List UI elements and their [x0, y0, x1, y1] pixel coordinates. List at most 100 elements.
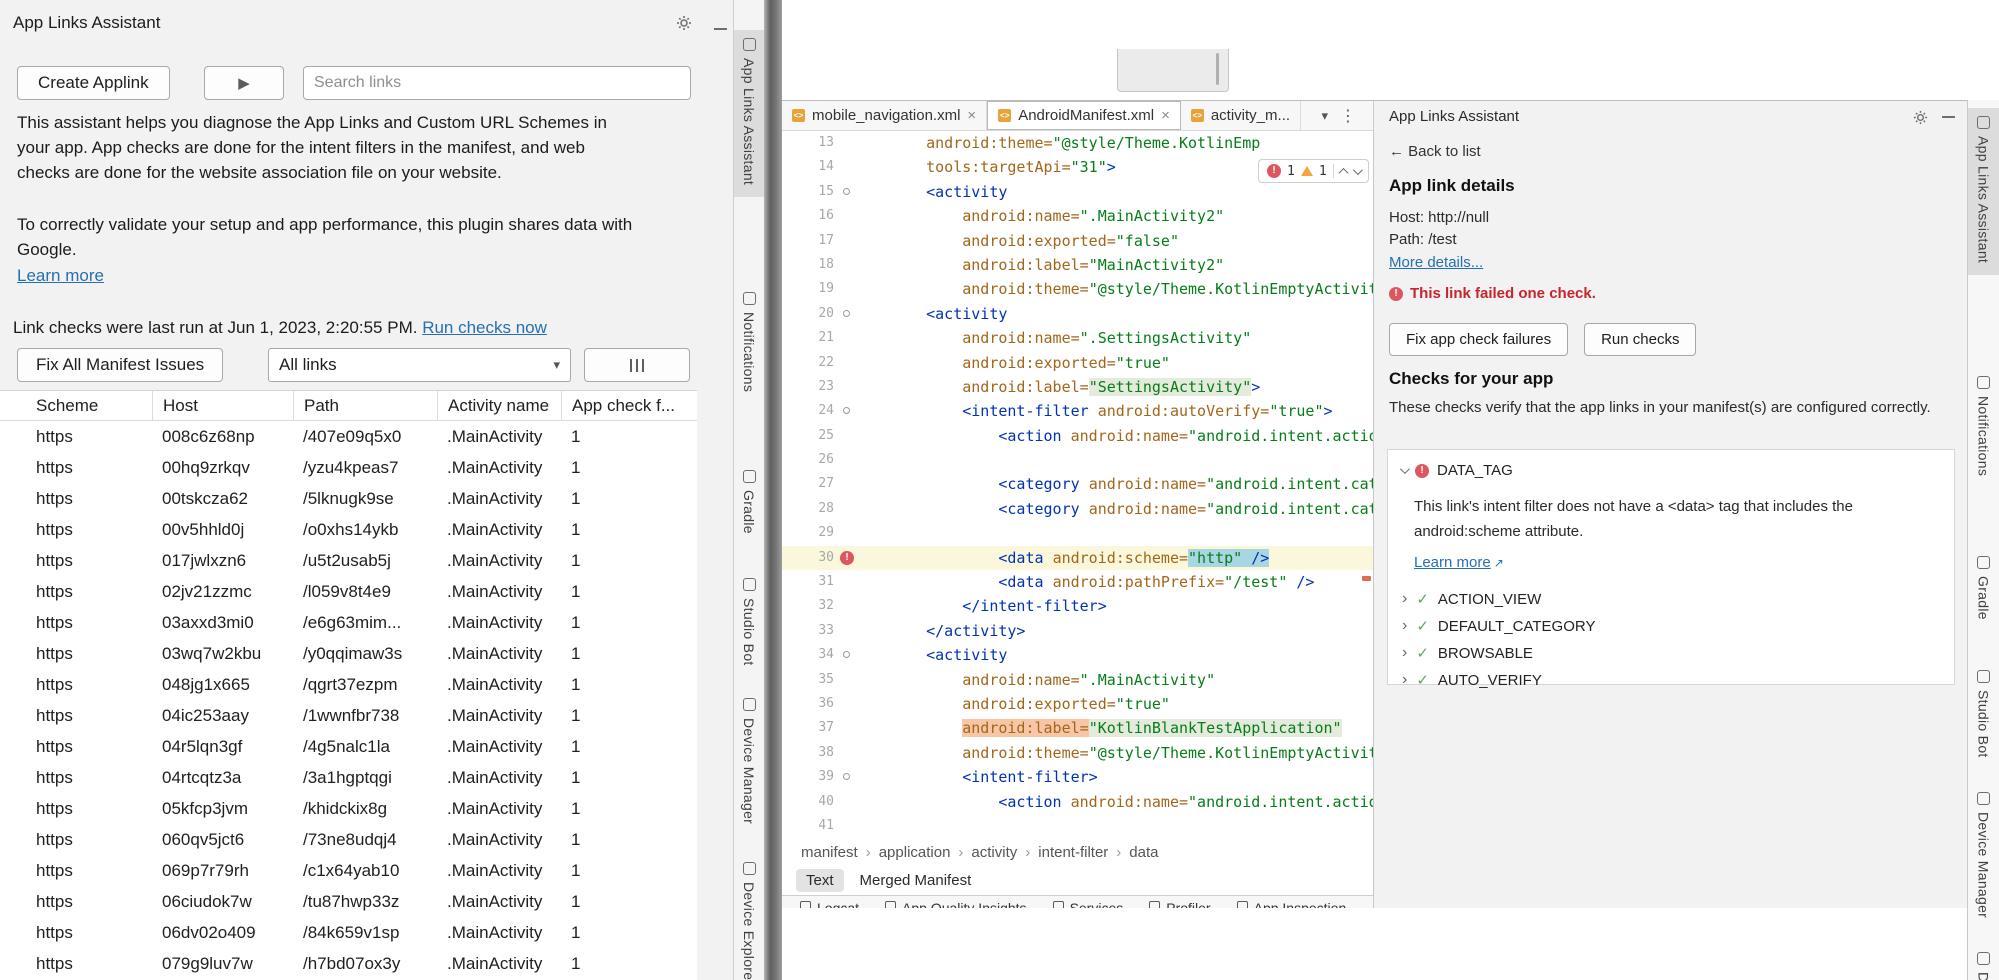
table-row[interactable]: https008c6z68np/407e09q5x0.MainActivity1	[0, 421, 697, 452]
code-line[interactable]: 34 <activity	[782, 643, 1373, 667]
column-header[interactable]: Activity name	[437, 391, 571, 421]
tool-window-button-app-quality-insights[interactable]: App Quality Insights	[885, 896, 1027, 908]
table-row[interactable]: https02jv21zzmc/l059v8t4e9.MainActivity1	[0, 576, 697, 607]
code-line[interactable]: 25 <action android:name="android.intent.…	[782, 424, 1373, 448]
table-row[interactable]: https048jg1x665/qgrt37ezpm.MainActivity1	[0, 669, 697, 700]
run-checks-button[interactable]: Run checks	[1584, 323, 1696, 356]
window-titlebar[interactable]: App Links Assistant	[0, 0, 733, 45]
links-filter-dropdown[interactable]: All links ▾	[268, 348, 571, 382]
code-line[interactable]: 13 android:theme="@style/Theme.KotlinEmp	[782, 131, 1373, 155]
learn-more-link[interactable]: Learn more	[17, 266, 104, 286]
code-editor[interactable]: 13 android:theme="@style/Theme.KotlinEmp…	[782, 131, 1373, 839]
learn-more-link[interactable]: Learn more↗	[1414, 554, 1504, 571]
column-header[interactable]: Host	[152, 391, 303, 421]
table-row[interactable]: https03axxd3mi0/e6g63mim....MainActivity…	[0, 607, 697, 638]
check-row-data-tag[interactable]: ! DATA_TAG	[1400, 462, 1513, 479]
gear-icon[interactable]	[1911, 108, 1929, 126]
tool-window-button-app-inspection[interactable]: App Inspection	[1237, 896, 1347, 908]
tool-tab-device-explorer[interactable]: Device Explorer	[1968, 944, 1999, 980]
check-row-browsable[interactable]: ›✓BROWSABLE	[1402, 644, 1533, 662]
table-row[interactable]: https060qv5jct6/73ne8udqj4.MainActivity1	[0, 824, 697, 855]
configure-columns-button[interactable]	[584, 348, 690, 382]
tool-tab-notifications[interactable]: Notifications	[1968, 368, 1999, 488]
hide-window-icon[interactable]	[711, 20, 729, 38]
table-row[interactable]: https06dv02o409/84k659v1sp.MainActivity1	[0, 917, 697, 948]
error-stripe-mark[interactable]	[1362, 576, 1371, 581]
code-line[interactable]: 19 android:theme="@style/Theme.KotlinEmp…	[782, 277, 1373, 301]
hide-panel-icon[interactable]	[1939, 108, 1957, 126]
tool-tab-gradle[interactable]: Gradle	[1968, 548, 1999, 632]
fold-marker-icon[interactable]	[843, 188, 850, 195]
next-issue-icon[interactable]	[1353, 165, 1363, 175]
column-header[interactable]: Scheme	[26, 391, 162, 421]
table-row[interactable]: https04ic253aay/1wwnfbr738.MainActivity1	[0, 700, 697, 731]
fold-marker-icon[interactable]	[843, 310, 850, 317]
breadcrumb-item-application[interactable]: application	[879, 844, 951, 861]
code-line[interactable]: 22 android:exported="true"	[782, 351, 1373, 375]
column-header[interactable]: App check f...	[561, 391, 697, 421]
fold-marker-icon[interactable]	[843, 407, 850, 414]
code-line[interactable]: 29	[782, 521, 1373, 545]
column-header[interactable]: Path	[293, 391, 447, 421]
table-row[interactable]: https017jwlxzn6/u5t2usab5j.MainActivity1	[0, 545, 697, 576]
code-line[interactable]: 41	[782, 814, 1373, 838]
code-line[interactable]: 20 <activity	[782, 302, 1373, 326]
editor-tab-activity-m-[interactable]: <>activity_m...	[1181, 101, 1301, 130]
fold-marker-icon[interactable]	[843, 651, 850, 658]
more-details-link[interactable]: More details...	[1389, 254, 1483, 271]
tool-window-button-services[interactable]: Services	[1053, 896, 1124, 908]
code-line[interactable]: 26	[782, 448, 1373, 472]
code-line[interactable]: 32 </intent-filter>	[782, 594, 1373, 618]
tool-tab-studio-bot[interactable]: Studio Bot	[734, 570, 764, 678]
view-tab-text[interactable]: Text	[796, 869, 844, 892]
code-line[interactable]: 27 <category android:name="android.inten…	[782, 472, 1373, 496]
editor-tab-mobile-navigation-xml[interactable]: <>mobile_navigation.xml×	[782, 101, 987, 130]
gear-icon[interactable]	[675, 14, 693, 32]
code-line[interactable]: 23 android:label="SettingsActivity">	[782, 375, 1373, 399]
table-row[interactable]: https00hq9zrkqv/yzu4kpeas7.MainActivity1	[0, 452, 697, 483]
code-line[interactable]: 16 android:name=".MainActivity2"	[782, 204, 1373, 228]
table-row[interactable]: https00tskcza62/5lknugk9se.MainActivity1	[0, 483, 697, 514]
code-line[interactable]: 38 android:theme="@style/Theme.KotlinEmp…	[782, 741, 1373, 765]
table-row[interactable]: https04r5lqn3gf/4g5nalc1la.MainActivity1	[0, 731, 697, 762]
table-row[interactable]: https03wq7w2kbu/y0qqimaw3s.MainActivity1	[0, 638, 697, 669]
tool-tab-device-manager[interactable]: Device Manager	[1968, 784, 1999, 930]
code-line[interactable]: 15 <activity	[782, 180, 1373, 204]
tool-tab-gradle[interactable]: Gradle	[734, 462, 764, 546]
tool-tab-device-manager[interactable]: Device Manager	[734, 690, 764, 836]
code-line[interactable]: 31 <data android:pathPrefix="/test" />	[782, 570, 1373, 594]
create-applink-button[interactable]: Create Applink	[17, 66, 170, 100]
check-row-auto_verify[interactable]: ›✓AUTO_VERIFY	[1402, 671, 1542, 689]
table-row[interactable]: https04rtcqtz3a/3a1hgptqgi.MainActivity1	[0, 762, 697, 793]
breadcrumb-item-intent-filter[interactable]: intent-filter	[1038, 844, 1108, 861]
code-line[interactable]: 24 <intent-filter android:autoVerify="tr…	[782, 399, 1373, 423]
table-row[interactable]: https069p7r79rh/c1x64yab10.MainActivity1	[0, 855, 697, 886]
tool-window-button-profiler[interactable]: Profiler	[1149, 896, 1210, 908]
code-line[interactable]: 30! <data android:scheme="http" />	[782, 546, 1373, 570]
check-row-action_view[interactable]: ›✓ACTION_VIEW	[1402, 590, 1541, 608]
previous-issue-icon[interactable]	[1338, 167, 1348, 177]
close-tab-icon[interactable]: ×	[967, 107, 976, 124]
tool-tab-studio-bot[interactable]: Studio Bot	[1968, 662, 1999, 770]
fix-all-manifest-issues-button[interactable]: Fix All Manifest Issues	[17, 348, 223, 382]
hidden-tabs-chevron-icon[interactable]: ▾	[1321, 101, 1328, 131]
editor-tab-androidmanifest-xml[interactable]: <>AndroidManifest.xml×	[987, 101, 1181, 130]
inspection-widget[interactable]: ! 1 1	[1258, 159, 1369, 183]
table-row[interactable]: https079g9luv7w/h7bd07ox3y.MainActivity1	[0, 948, 697, 979]
code-line[interactable]: 18 android:label="MainActivity2"	[782, 253, 1373, 277]
breadcrumb-item-data[interactable]: data	[1129, 844, 1158, 861]
code-line[interactable]: 28 <category android:name="android.inten…	[782, 497, 1373, 521]
code-line[interactable]: 35 android:name=".MainActivity"	[782, 668, 1373, 692]
code-line[interactable]: 33 </activity>	[782, 619, 1373, 643]
tool-tab-device-explorer[interactable]: Device Explorer	[734, 854, 764, 980]
table-row[interactable]: https05kfcp3jvm/khidckix8g.MainActivity1	[0, 793, 697, 824]
breadcrumb-item-manifest[interactable]: manifest	[801, 844, 858, 861]
tool-window-button-logcat[interactable]: Logcat	[800, 896, 859, 908]
tab-options-kebab-icon[interactable]: ⋮	[1340, 101, 1356, 131]
table-row[interactable]: https06ciudok7w/tu87hwp33z.MainActivity1	[0, 886, 697, 917]
tool-tab-notifications[interactable]: Notifications	[734, 284, 764, 404]
view-tab-merged-manifest[interactable]: Merged Manifest	[850, 869, 982, 892]
tool-tab-app-links-assistant[interactable]: App Links Assistant	[734, 30, 764, 197]
fix-app-check-failures-button[interactable]: Fix app check failures	[1389, 323, 1568, 356]
code-line[interactable]: 40 <action android:name="android.intent.…	[782, 790, 1373, 814]
